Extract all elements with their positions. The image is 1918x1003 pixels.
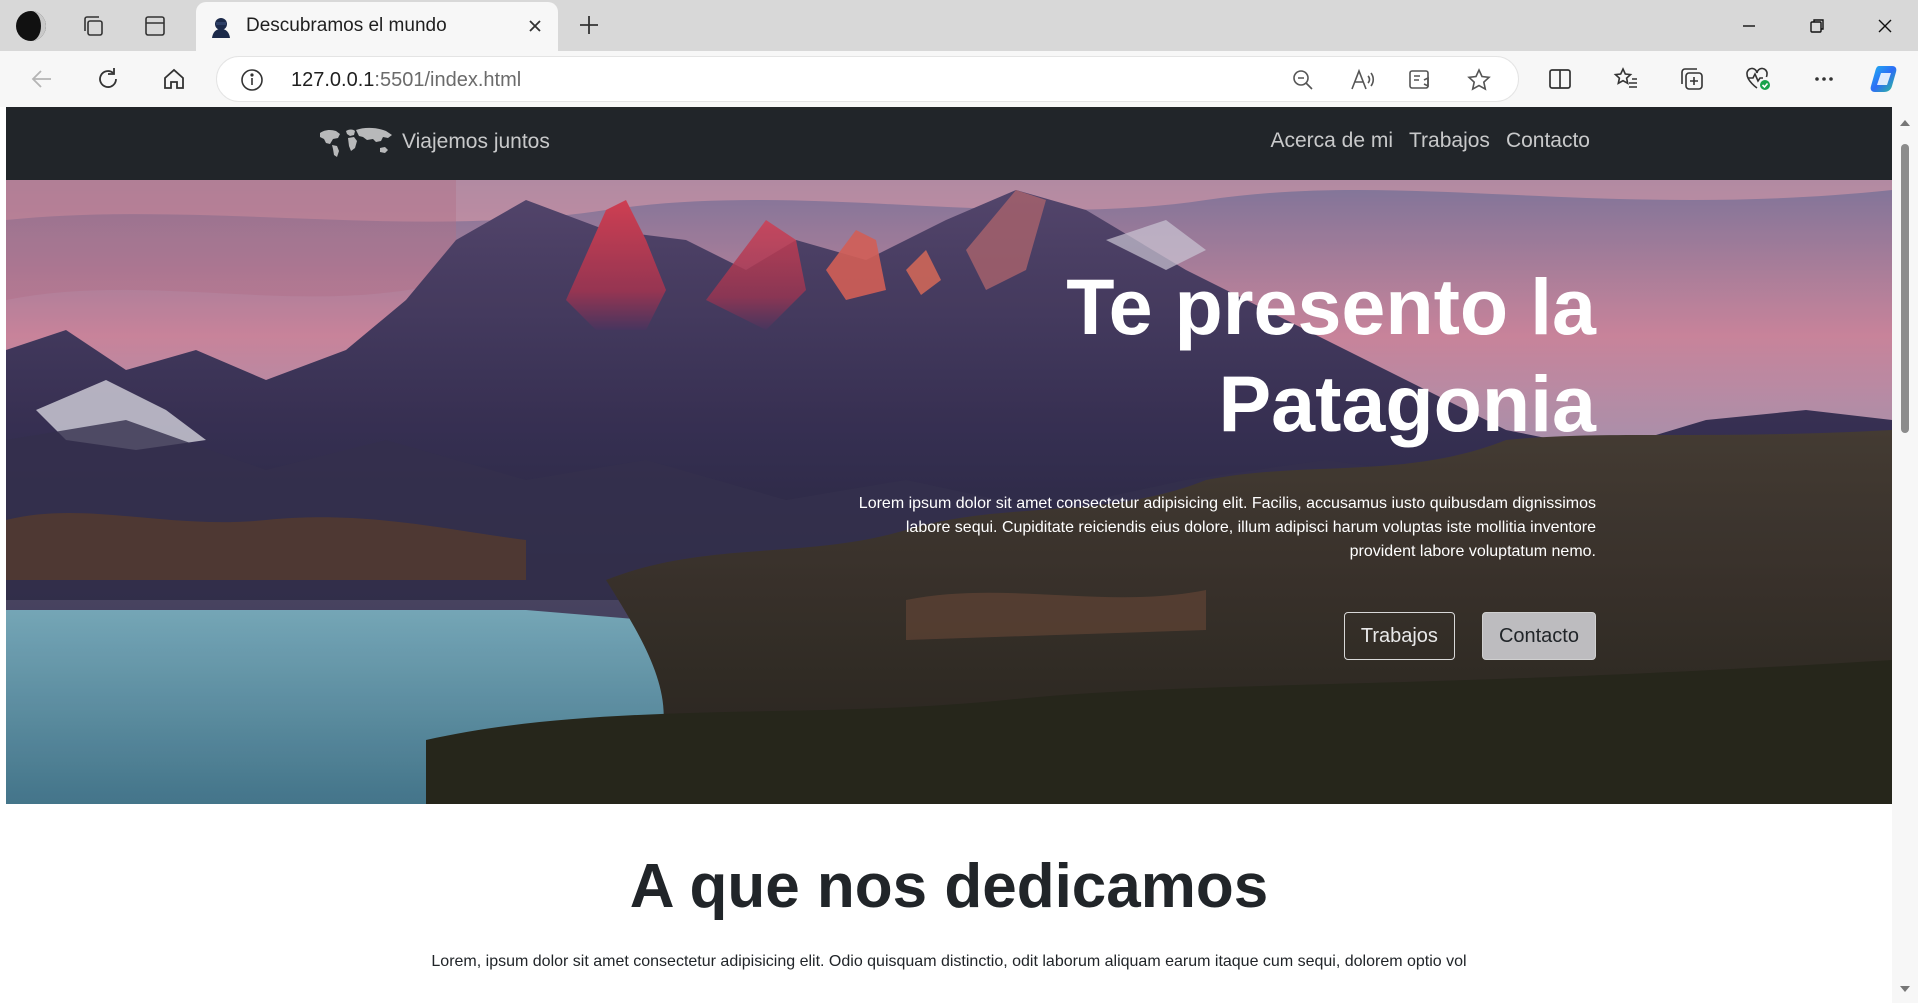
restore-icon[interactable] xyxy=(1783,0,1851,51)
page-viewport: Viajemos juntos Acerca de mi Trabajos Co… xyxy=(6,107,1892,1003)
read-aloud-icon[interactable] xyxy=(1347,64,1379,96)
world-map-logo-icon xyxy=(320,127,392,157)
nav-links: Acerca de mi Trabajos Contacto xyxy=(1270,129,1590,153)
collections-icon[interactable] xyxy=(1672,59,1712,99)
minimize-icon[interactable] xyxy=(1715,0,1783,51)
refresh-icon[interactable] xyxy=(88,59,128,99)
hero-title-line1: Te presento la xyxy=(1066,262,1596,351)
brand-name: Viajemos juntos xyxy=(402,130,550,153)
browser-tab-bar: Descubramos el mundo xyxy=(0,0,1918,51)
hero-description: Lorem ipsum dolor sit amet consectetur a… xyxy=(858,495,1596,560)
hero-title-line2: Patagonia xyxy=(1218,359,1596,448)
nav-link-works[interactable]: Trabajos xyxy=(1409,129,1490,153)
page-scrollbar[interactable] xyxy=(1892,107,1918,1003)
works-button[interactable]: Trabajos xyxy=(1343,612,1455,660)
immersive-reader-icon[interactable] xyxy=(1405,64,1437,96)
more-icon[interactable] xyxy=(1804,59,1844,99)
scroll-up-icon[interactable] xyxy=(1899,117,1911,129)
active-tab[interactable]: Descubramos el mundo xyxy=(196,2,558,51)
section-title: A que nos dedicamos xyxy=(629,852,1269,921)
home-icon[interactable] xyxy=(154,59,194,99)
split-screen-icon[interactable] xyxy=(1540,59,1580,99)
heart-pulse-icon[interactable] xyxy=(1738,59,1778,99)
star-icon[interactable] xyxy=(1463,64,1495,96)
url-text[interactable]: 127.0.0.1:5501/index.html xyxy=(291,69,521,92)
hero-section: Te presento la Patagonia Lorem ipsum dol… xyxy=(6,180,1892,804)
nav-link-about[interactable]: Acerca de mi xyxy=(1270,129,1393,153)
back-arrow-icon[interactable] xyxy=(22,59,62,99)
browser-toolbar: 127.0.0.1:5501/index.html xyxy=(0,51,1918,107)
close-icon[interactable] xyxy=(520,11,550,41)
url-host: 127.0.0.1 xyxy=(291,69,375,91)
scroll-down-icon[interactable] xyxy=(1899,983,1911,995)
hero-buttons: Trabajos Contacto xyxy=(1343,612,1596,660)
profile-moon-icon[interactable] xyxy=(12,7,50,45)
scrollbar-thumb[interactable] xyxy=(1901,144,1909,433)
contact-button[interactable]: Contacto xyxy=(1481,612,1596,660)
url-path: :5501/index.html xyxy=(374,69,522,91)
nav-link-contact[interactable]: Contacto xyxy=(1506,129,1590,153)
window-close-icon[interactable] xyxy=(1851,0,1918,51)
tab-title: Descubramos el mundo xyxy=(246,15,447,36)
workspaces-icon[interactable] xyxy=(74,7,112,45)
zoom-out-icon[interactable] xyxy=(1287,64,1319,96)
favorites-icon[interactable] xyxy=(1606,59,1646,99)
hero-title: Te presento la Patagonia xyxy=(896,258,1596,452)
portrait-favicon-icon xyxy=(208,14,234,40)
address-bar[interactable]: 127.0.0.1:5501/index.html xyxy=(216,56,1519,102)
vertical-tabs-icon[interactable] xyxy=(136,7,174,45)
copilot-icon[interactable] xyxy=(1866,59,1906,99)
plus-icon[interactable] xyxy=(570,6,608,44)
info-icon[interactable] xyxy=(239,67,265,93)
site-navbar: Viajemos juntos Acerca de mi Trabajos Co… xyxy=(6,107,1892,180)
section-text: Lorem, ipsum dolor sit amet consectetur … xyxy=(431,953,1467,970)
brand[interactable]: Viajemos juntos xyxy=(318,125,550,159)
